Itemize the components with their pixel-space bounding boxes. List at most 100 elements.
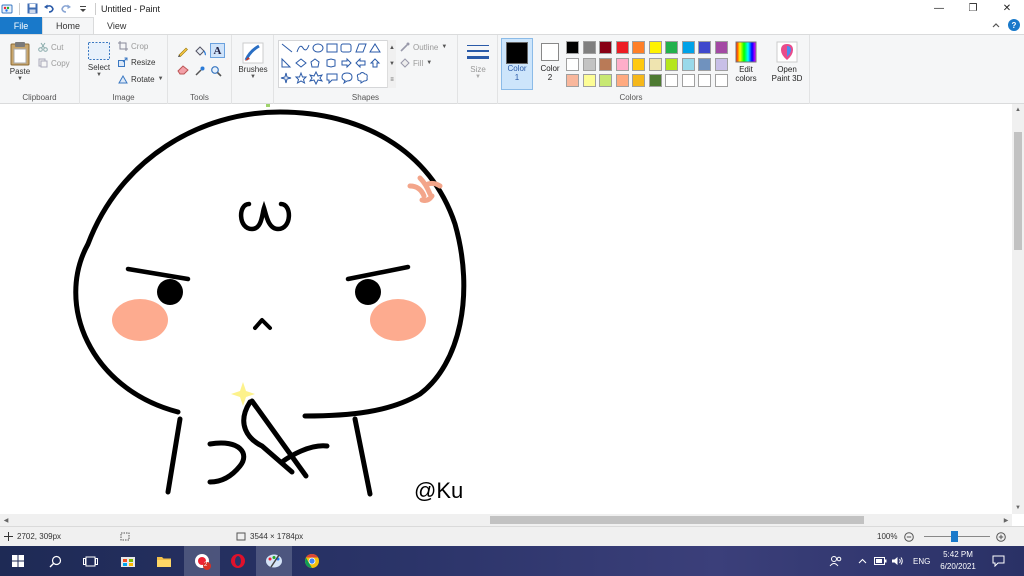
palette-swatch[interactable] — [566, 41, 579, 54]
canvas-area[interactable]: @Ku — [0, 104, 1024, 514]
palette-swatch[interactable] — [599, 57, 612, 71]
palette-swatch[interactable] — [698, 57, 711, 71]
chevron-down-icon: ▼ — [17, 76, 23, 82]
scroll-left-arrow[interactable]: ◀ — [0, 514, 12, 526]
show-hidden-icons-chevron-icon[interactable] — [858, 546, 867, 576]
horizontal-scroll-thumb[interactable] — [490, 516, 864, 524]
search-icon — [49, 555, 61, 567]
select-button[interactable]: Select ▼ — [85, 41, 113, 78]
save-icon[interactable] — [25, 2, 39, 16]
people-icon[interactable] — [829, 546, 843, 576]
palette-swatch[interactable] — [714, 41, 728, 54]
palette-swatch[interactable] — [665, 41, 678, 54]
taskbar-messenger[interactable]: 2 — [184, 546, 220, 576]
crop-button[interactable]: Crop — [118, 41, 148, 51]
fill-tool[interactable] — [194, 45, 206, 57]
palette-swatch[interactable] — [566, 74, 579, 87]
palette-swatch[interactable] — [582, 41, 596, 54]
open-paint3d-button[interactable]: Open Paint 3D — [768, 41, 806, 83]
palette-swatch[interactable] — [714, 57, 728, 71]
shapes-gallery[interactable] — [278, 40, 396, 88]
palette-swatch[interactable] — [648, 57, 662, 71]
palette-swatch[interactable] — [632, 74, 645, 87]
palette-swatch[interactable] — [615, 74, 629, 87]
scroll-down-arrow[interactable]: ▼ — [1012, 502, 1024, 514]
taskbar-paint[interactable] — [256, 546, 292, 576]
edit-colors-button[interactable]: Edit colors — [728, 41, 764, 83]
rotate-button[interactable]: Rotate ▼ — [118, 74, 164, 84]
palette-swatch[interactable] — [566, 57, 579, 71]
color2-button[interactable]: Color 2 — [536, 38, 564, 90]
restore-button[interactable]: ❐ — [956, 0, 990, 17]
customize-qat-icon[interactable] — [76, 2, 90, 16]
tab-view[interactable]: View — [94, 17, 139, 34]
battery-icon[interactable] — [874, 546, 887, 576]
fill-button[interactable]: Fill ▼ — [400, 58, 432, 68]
collapse-ribbon-icon[interactable] — [992, 20, 1000, 30]
taskbar-opera[interactable] — [220, 546, 256, 576]
size-button[interactable]: Size ▼ — [463, 41, 493, 80]
undo-icon[interactable] — [42, 2, 56, 16]
paint-bucket-icon — [195, 46, 206, 56]
paste-button[interactable]: Paste ▼ — [6, 41, 34, 82]
copy-button[interactable]: Copy — [38, 58, 70, 68]
palette-swatch[interactable] — [665, 57, 678, 71]
horizontal-scrollbar[interactable]: ◀ ▶ — [0, 514, 1012, 526]
minimize-button[interactable]: — — [922, 0, 956, 17]
color-picker-tool[interactable] — [194, 65, 206, 77]
palette-swatch[interactable] — [632, 57, 645, 71]
palette-swatch[interactable] — [665, 74, 678, 87]
palette-swatch[interactable] — [698, 41, 711, 54]
action-center-icon[interactable] — [992, 546, 1005, 576]
eraser-tool[interactable] — [177, 65, 189, 75]
palette-swatch[interactable] — [599, 41, 612, 54]
drawing-canvas[interactable]: @Ku — [0, 104, 1012, 514]
taskbar-app-store[interactable] — [110, 546, 146, 576]
palette-swatch[interactable] — [648, 41, 662, 54]
paint-app-icon[interactable] — [0, 2, 14, 16]
windows-logo-icon — [12, 555, 24, 567]
palette-swatch[interactable] — [615, 41, 629, 54]
pencil-tool[interactable] — [177, 45, 189, 57]
vertical-scrollbar[interactable]: ▲ ▼ — [1012, 104, 1024, 514]
palette-swatch[interactable] — [599, 74, 612, 87]
system-clock[interactable]: 5:42 PM 6/20/2021 — [930, 549, 986, 573]
close-button[interactable]: ✕ — [990, 0, 1024, 17]
task-view-button[interactable] — [72, 546, 108, 576]
shapes-gallery-scroll[interactable]: ▲ ▼ ≡ — [387, 40, 396, 88]
color1-button[interactable]: Color 1 — [501, 38, 533, 90]
input-language[interactable]: ENG — [913, 546, 930, 576]
resize-button[interactable]: Resize — [118, 57, 155, 67]
palette-swatch[interactable] — [632, 41, 645, 54]
taskbar-file-explorer[interactable] — [146, 546, 182, 576]
palette-swatch[interactable] — [582, 74, 596, 87]
zoom-out-button[interactable] — [904, 527, 914, 546]
zoom-in-button[interactable] — [996, 527, 1006, 546]
taskbar-chrome[interactable] — [294, 546, 330, 576]
volume-icon[interactable] — [891, 546, 904, 576]
scroll-up-arrow[interactable]: ▲ — [1012, 104, 1024, 116]
start-button[interactable] — [0, 546, 36, 576]
search-button[interactable] — [37, 546, 73, 576]
magnifier-tool[interactable] — [210, 65, 222, 77]
palette-swatch[interactable] — [681, 57, 695, 71]
palette-swatch[interactable] — [681, 41, 695, 54]
help-icon[interactable]: ? — [1008, 19, 1020, 31]
brushes-button[interactable]: Brushes ▼ — [235, 41, 271, 80]
zoom-slider-thumb[interactable] — [951, 531, 958, 542]
redo-icon[interactable] — [59, 2, 73, 16]
outline-button[interactable]: Outline ▼ — [400, 42, 447, 52]
text-tool[interactable]: A — [210, 43, 225, 58]
tab-home[interactable]: Home — [42, 17, 95, 34]
palette-swatch[interactable] — [648, 74, 662, 87]
scroll-right-arrow[interactable]: ▶ — [1000, 514, 1012, 526]
tab-file[interactable]: File — [0, 17, 42, 34]
cut-button[interactable]: Cut — [38, 42, 63, 52]
palette-swatch[interactable] — [698, 74, 711, 87]
palette-swatch[interactable] — [714, 74, 728, 87]
palette-swatch[interactable] — [582, 57, 596, 71]
vertical-scroll-thumb[interactable] — [1014, 132, 1022, 250]
palette-swatch[interactable] — [615, 57, 629, 71]
palette-swatch[interactable] — [681, 74, 695, 87]
paint3d-line1: Open — [777, 65, 797, 74]
